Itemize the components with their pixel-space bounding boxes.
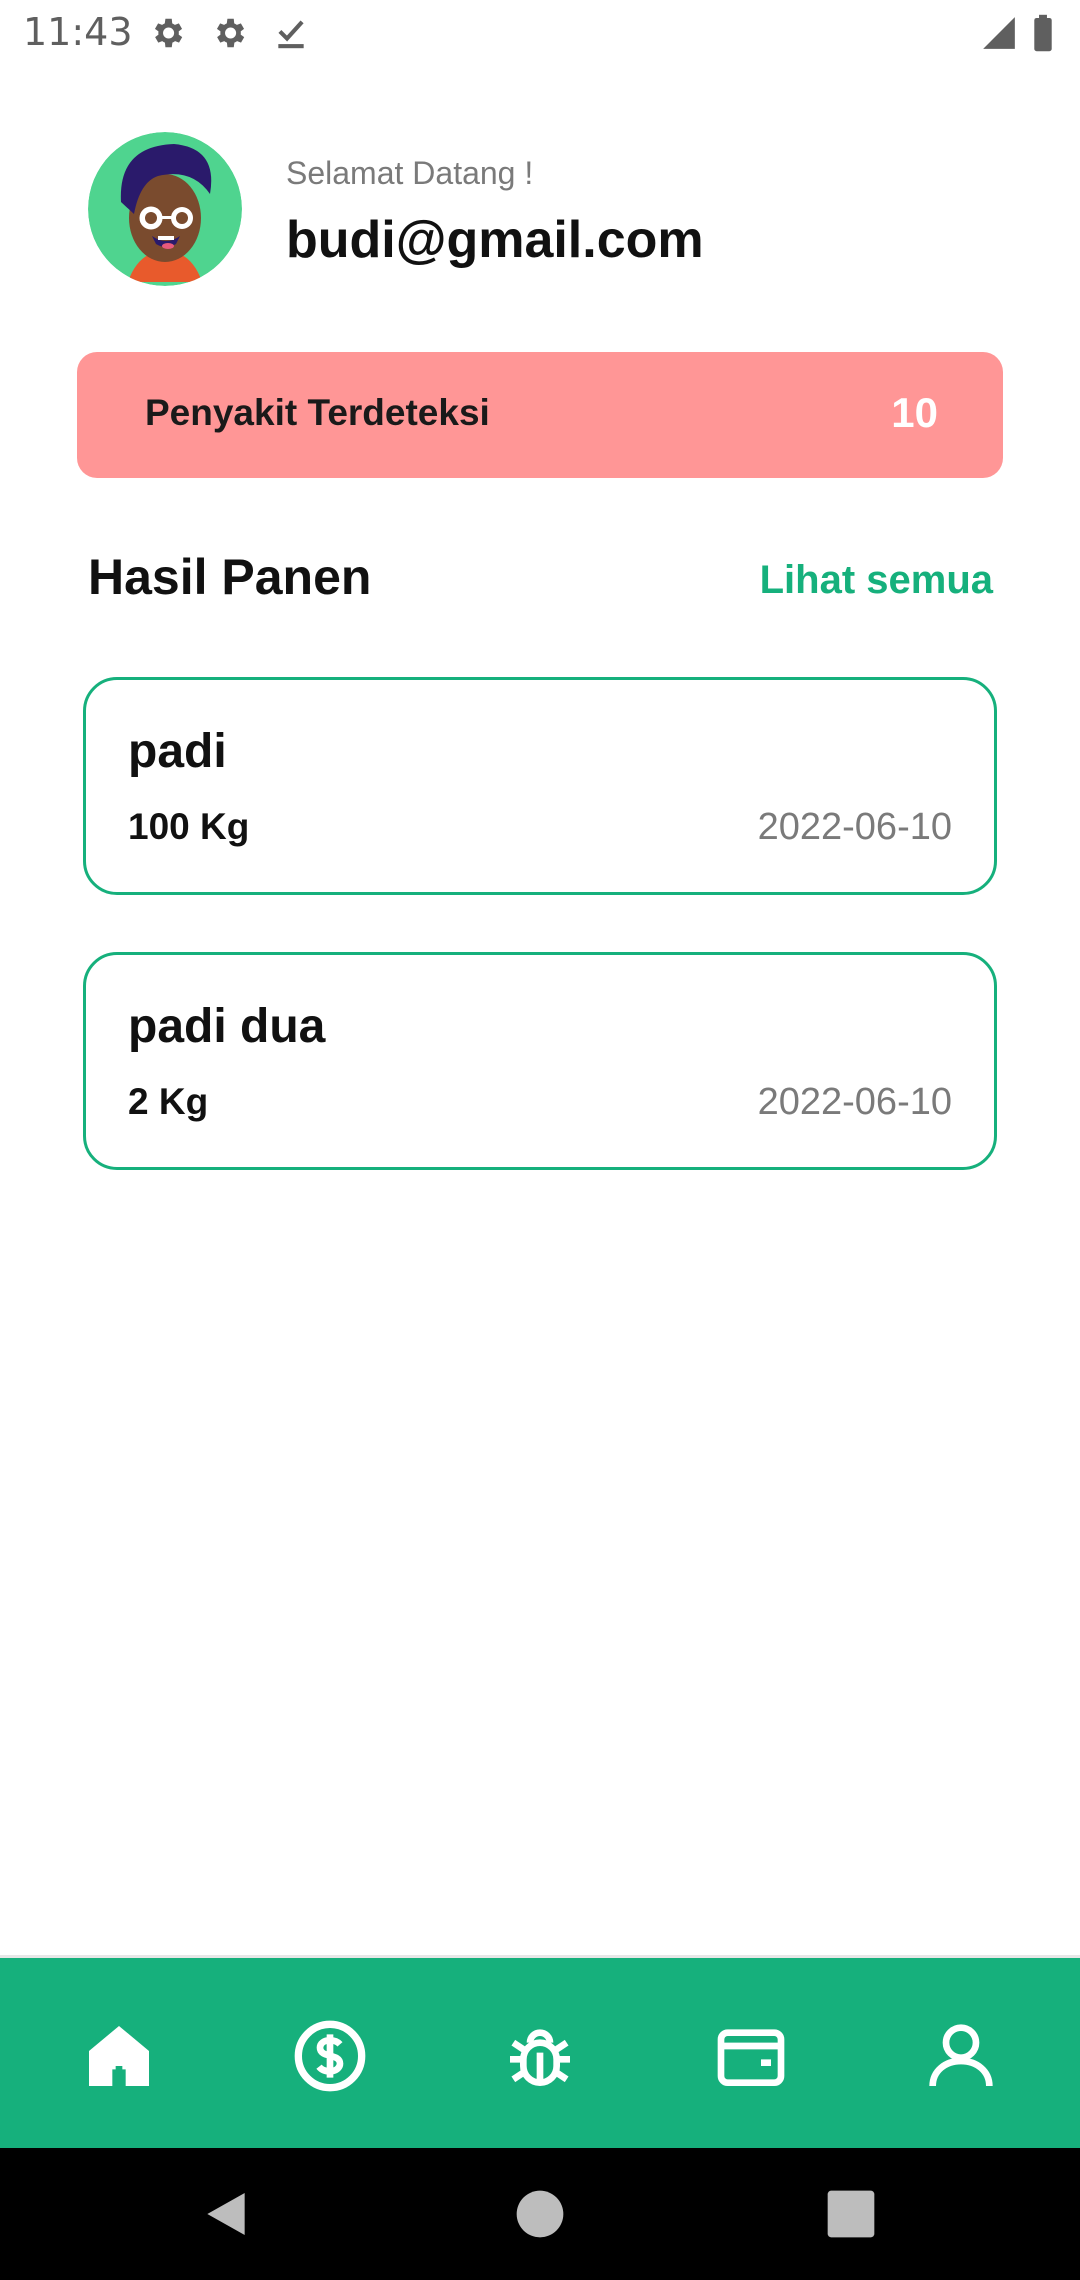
avatar[interactable] <box>88 132 242 286</box>
harvest-name: padi dua <box>128 1000 326 1053</box>
home-circle-icon[interactable] <box>512 2186 568 2242</box>
battery-icon <box>1030 14 1056 52</box>
user-email: budi@gmail.com <box>286 211 704 269</box>
bug-icon[interactable] <box>500 2016 580 2096</box>
harvest-weight: 100 Kg <box>128 806 250 847</box>
system-nav <box>0 2148 1080 2280</box>
gear-icon <box>148 14 186 52</box>
back-icon[interactable] <box>198 2186 254 2242</box>
disease-detected-card[interactable]: Penyakit Terdeteksi 10 <box>77 352 1003 478</box>
see-all-link[interactable]: Lihat semua <box>760 558 993 603</box>
disease-detected-label: Penyakit Terdeteksi <box>145 392 490 433</box>
status-time: 11:43 <box>23 10 133 54</box>
harvest-date: 2022-06-10 <box>757 1081 952 1123</box>
harvest-section-title: Hasil Panen <box>88 549 372 605</box>
gear-icon <box>210 14 248 52</box>
harvest-name: padi <box>128 725 227 778</box>
disease-detected-count: 10 <box>891 389 938 436</box>
harvest-card[interactable]: padi dua 2 Kg 2022-06-10 <box>83 952 997 1170</box>
signal-icon <box>980 14 1018 52</box>
download-done-icon <box>272 14 310 52</box>
wallet-icon[interactable] <box>711 2016 791 2096</box>
home-icon[interactable] <box>79 2016 159 2096</box>
harvest-date: 2022-06-10 <box>757 806 952 848</box>
status-bar: 11:43 <box>0 0 1080 66</box>
dollar-icon[interactable] <box>290 2016 370 2096</box>
bottom-nav <box>0 1955 1080 2148</box>
profile-icon[interactable] <box>921 2016 1001 2096</box>
harvest-weight: 2 Kg <box>128 1081 209 1122</box>
harvest-card[interactable]: padi 100 Kg 2022-06-10 <box>83 677 997 895</box>
greeting-text: Selamat Datang ! <box>286 155 534 191</box>
recents-icon[interactable] <box>823 2186 879 2242</box>
